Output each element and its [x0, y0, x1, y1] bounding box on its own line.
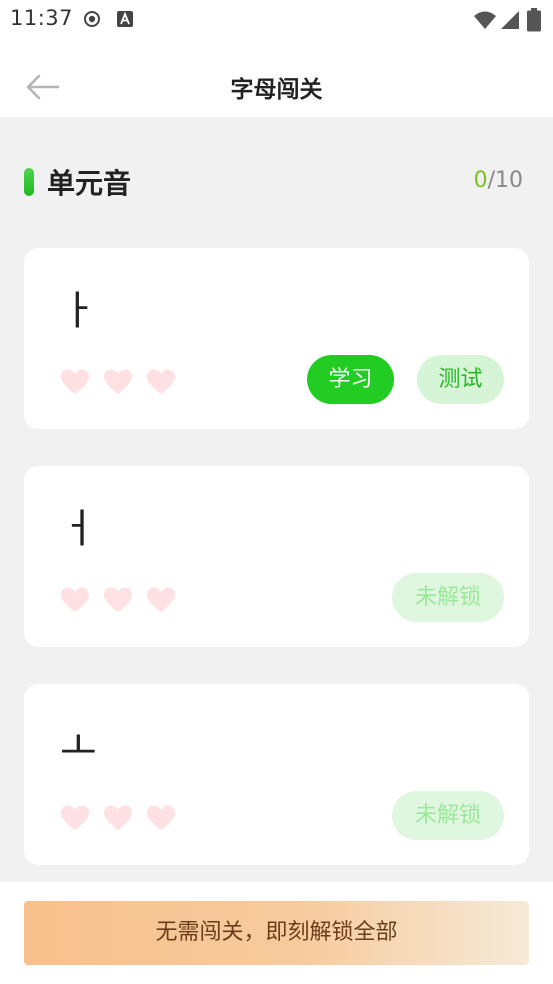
- letter-card: ㅏ 学习 测试: [24, 248, 529, 429]
- status-time: 11:37: [10, 6, 74, 30]
- status-bar: 11:37: [0, 0, 553, 40]
- unlock-all-button[interactable]: 无需闯关，即刻解锁全部: [24, 901, 529, 965]
- letter-glyph: ㅗ: [60, 724, 97, 770]
- letter-glyph: ㅏ: [60, 288, 97, 334]
- bottom-bar: 无需闯关，即刻解锁全部: [0, 882, 553, 984]
- heart-icon: [104, 369, 132, 394]
- heart-icon: [104, 805, 132, 830]
- heart-icon: [104, 587, 132, 612]
- a-text-icon: [116, 10, 134, 32]
- test-button[interactable]: 测试: [417, 355, 504, 404]
- heart-icon: [61, 805, 89, 830]
- nav-bar: 字母闯关: [0, 40, 553, 117]
- letter-card: ㅓ 未解锁: [24, 466, 529, 647]
- battery-icon: [527, 8, 541, 36]
- locked-button[interactable]: 未解锁: [392, 573, 504, 622]
- section-accent-bar: [24, 168, 34, 196]
- study-button[interactable]: 学习: [307, 355, 394, 404]
- section-title: 单元音: [47, 167, 132, 200]
- letter-glyph: ㅓ: [60, 506, 97, 552]
- section-header: 单元音 0/10: [24, 162, 529, 202]
- page-title: 字母闯关: [230, 77, 323, 103]
- heart-icon: [61, 369, 89, 394]
- wifi-icon: [473, 10, 497, 34]
- heart-icon: [147, 805, 175, 830]
- signal-icon: [500, 10, 520, 34]
- progress-done: 0: [473, 168, 488, 193]
- heart-icon: [61, 587, 89, 612]
- record-icon: [83, 10, 101, 32]
- letter-card: ㅗ 未解锁: [24, 684, 529, 865]
- progress-total: /10: [487, 168, 523, 193]
- heart-icon: [147, 369, 175, 394]
- section-progress: 0/10: [474, 168, 523, 193]
- locked-button[interactable]: 未解锁: [392, 791, 504, 840]
- heart-icon: [147, 587, 175, 612]
